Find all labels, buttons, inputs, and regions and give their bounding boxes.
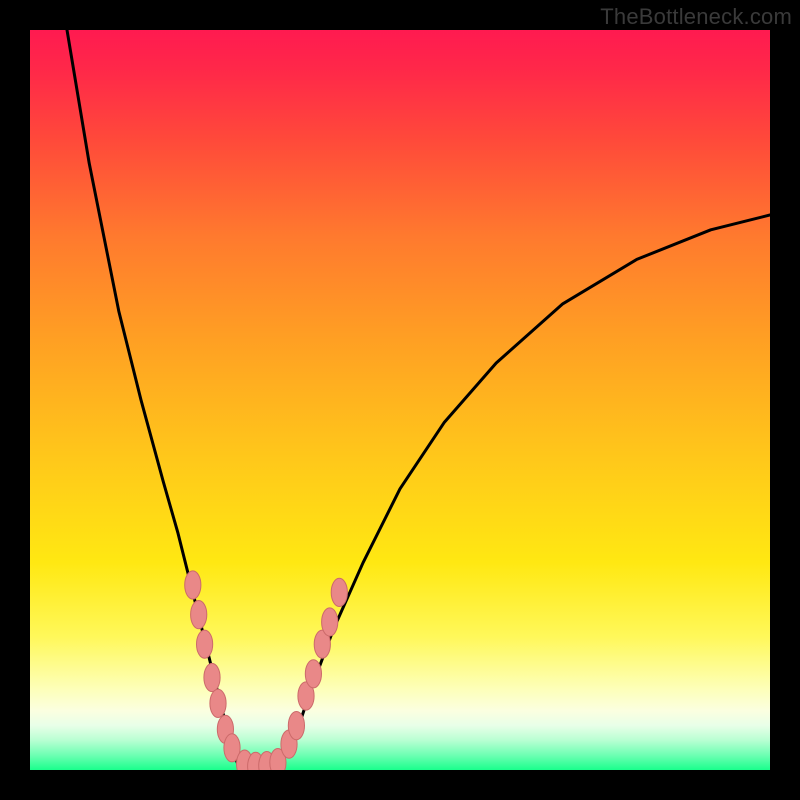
bottleneck-curve <box>67 30 770 767</box>
curve-marker <box>322 608 338 636</box>
curve-marker <box>331 578 347 606</box>
watermark-text: TheBottleneck.com <box>600 4 792 30</box>
curve-overlay <box>30 30 770 770</box>
curve-marker <box>204 663 220 691</box>
curve-marker <box>185 571 201 599</box>
curve-marker <box>305 660 321 688</box>
chart-frame: TheBottleneck.com <box>0 0 800 800</box>
plot-area <box>30 30 770 770</box>
curve-marker <box>210 689 226 717</box>
curve-marker <box>197 630 213 658</box>
marker-layer <box>185 571 348 770</box>
curve-marker <box>191 601 207 629</box>
curve-marker <box>288 712 304 740</box>
